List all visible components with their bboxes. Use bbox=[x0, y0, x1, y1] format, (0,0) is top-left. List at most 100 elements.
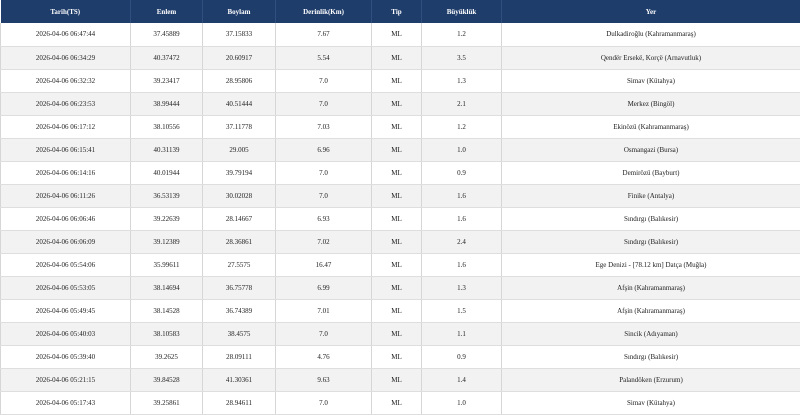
header-date[interactable]: Tarih(TS) bbox=[1, 0, 131, 23]
cell-depth: 7.02 bbox=[276, 230, 372, 253]
cell-magnitude: 1.0 bbox=[422, 138, 502, 161]
table-header-row: Tarih(TS) Enlem Boylam Derinlik(Km) Tip … bbox=[1, 0, 800, 23]
cell-location: Sındırgı (Balıkesir) bbox=[502, 207, 800, 230]
cell-latitude: 38.10583 bbox=[131, 322, 203, 345]
cell-depth: 5.54 bbox=[276, 46, 372, 69]
cell-longitude: 37.15833 bbox=[203, 23, 276, 46]
table-row[interactable]: 2026-04-06 05:54:0635.9961127.557516.47M… bbox=[1, 253, 800, 276]
cell-longitude: 39.79194 bbox=[203, 161, 276, 184]
cell-type: ML bbox=[372, 207, 422, 230]
cell-magnitude: 1.5 bbox=[422, 299, 502, 322]
cell-depth: 16.47 bbox=[276, 253, 372, 276]
cell-longitude: 28.09111 bbox=[203, 345, 276, 368]
cell-location: Sındırgı (Balıkesir) bbox=[502, 230, 800, 253]
cell-latitude: 36.53139 bbox=[131, 184, 203, 207]
cell-longitude: 38.4575 bbox=[203, 322, 276, 345]
cell-location: Demirözü (Bayburt) bbox=[502, 161, 800, 184]
cell-longitude: 36.74389 bbox=[203, 299, 276, 322]
cell-depth: 6.96 bbox=[276, 138, 372, 161]
cell-date: 2026-04-06 05:54:06 bbox=[1, 253, 131, 276]
header-longitude[interactable]: Boylam bbox=[203, 0, 276, 23]
cell-location: Qendër Ersekë, Korçë (Arnavutluk) bbox=[502, 46, 800, 69]
cell-type: ML bbox=[372, 322, 422, 345]
table-row[interactable]: 2026-04-06 05:21:1539.8452841.303619.63M… bbox=[1, 368, 800, 391]
cell-location: Ekinözü (Kahramanmaraş) bbox=[502, 115, 800, 138]
cell-date: 2026-04-06 06:32:32 bbox=[1, 69, 131, 92]
table-row[interactable]: 2026-04-06 06:06:0939.1238928.368617.02M… bbox=[1, 230, 800, 253]
table-row[interactable]: 2026-04-06 06:15:4140.3113929.0056.96ML1… bbox=[1, 138, 800, 161]
table-row[interactable]: 2026-04-06 06:23:5338.9944440.514447.0ML… bbox=[1, 92, 800, 115]
cell-magnitude: 1.3 bbox=[422, 69, 502, 92]
cell-type: ML bbox=[372, 230, 422, 253]
cell-date: 2026-04-06 06:14:16 bbox=[1, 161, 131, 184]
cell-depth: 7.03 bbox=[276, 115, 372, 138]
cell-latitude: 40.31139 bbox=[131, 138, 203, 161]
cell-magnitude: 1.2 bbox=[422, 23, 502, 46]
header-latitude[interactable]: Enlem bbox=[131, 0, 203, 23]
cell-depth: 4.76 bbox=[276, 345, 372, 368]
cell-longitude: 20.60917 bbox=[203, 46, 276, 69]
header-type[interactable]: Tip bbox=[372, 0, 422, 23]
cell-type: ML bbox=[372, 276, 422, 299]
cell-type: ML bbox=[372, 23, 422, 46]
table-row[interactable]: 2026-04-06 05:53:0538.1469436.757786.99M… bbox=[1, 276, 800, 299]
cell-latitude: 39.22639 bbox=[131, 207, 203, 230]
table-row[interactable]: 2026-04-06 05:39:4039.262528.091114.76ML… bbox=[1, 345, 800, 368]
cell-longitude: 29.005 bbox=[203, 138, 276, 161]
cell-date: 2026-04-06 06:15:41 bbox=[1, 138, 131, 161]
cell-depth: 7.0 bbox=[276, 69, 372, 92]
cell-date: 2026-04-06 06:06:09 bbox=[1, 230, 131, 253]
cell-depth: 9.63 bbox=[276, 368, 372, 391]
cell-longitude: 37.11778 bbox=[203, 115, 276, 138]
cell-magnitude: 1.6 bbox=[422, 253, 502, 276]
table-row[interactable]: 2026-04-06 06:47:4437.4588937.158337.67M… bbox=[1, 23, 800, 46]
table-row[interactable]: 2026-04-06 06:32:3239.2341728.958067.0ML… bbox=[1, 69, 800, 92]
cell-type: ML bbox=[372, 138, 422, 161]
cell-date: 2026-04-06 05:53:05 bbox=[1, 276, 131, 299]
cell-latitude: 38.99444 bbox=[131, 92, 203, 115]
cell-longitude: 28.36861 bbox=[203, 230, 276, 253]
table-row[interactable]: 2026-04-06 05:49:4538.1452836.743897.01M… bbox=[1, 299, 800, 322]
cell-longitude: 40.51444 bbox=[203, 92, 276, 115]
cell-magnitude: 1.3 bbox=[422, 276, 502, 299]
header-location[interactable]: Yer bbox=[502, 0, 800, 23]
table-row[interactable]: 2026-04-06 05:40:0338.1058338.45757.0ML1… bbox=[1, 322, 800, 345]
cell-date: 2026-04-06 05:40:03 bbox=[1, 322, 131, 345]
cell-location: Palandöken (Erzurum) bbox=[502, 368, 800, 391]
cell-magnitude: 1.2 bbox=[422, 115, 502, 138]
cell-depth: 6.93 bbox=[276, 207, 372, 230]
cell-location: Sındırgı (Balıkesir) bbox=[502, 345, 800, 368]
table-row[interactable]: 2026-04-06 06:11:2636.5313930.020287.0ML… bbox=[1, 184, 800, 207]
cell-date: 2026-04-06 06:47:44 bbox=[1, 23, 131, 46]
table-row[interactable]: 2026-04-06 06:34:2940.3747220.609175.54M… bbox=[1, 46, 800, 69]
cell-latitude: 37.45889 bbox=[131, 23, 203, 46]
cell-date: 2026-04-06 05:39:40 bbox=[1, 345, 131, 368]
cell-type: ML bbox=[372, 368, 422, 391]
cell-type: ML bbox=[372, 115, 422, 138]
cell-latitude: 39.23417 bbox=[131, 69, 203, 92]
cell-location: Dulkadiroğlu (Kahramanmaraş) bbox=[502, 23, 800, 46]
cell-longitude: 28.95806 bbox=[203, 69, 276, 92]
table-body: 2026-04-06 06:47:4437.4588937.158337.67M… bbox=[1, 23, 800, 414]
header-magnitude[interactable]: Büyüklük bbox=[422, 0, 502, 23]
table-row[interactable]: 2026-04-06 06:06:4639.2263928.146676.93M… bbox=[1, 207, 800, 230]
cell-latitude: 38.10556 bbox=[131, 115, 203, 138]
cell-date: 2026-04-06 05:49:45 bbox=[1, 299, 131, 322]
table-row[interactable]: 2026-04-06 06:14:1640.0194439.791947.0ML… bbox=[1, 161, 800, 184]
cell-location: Merkez (Bingöl) bbox=[502, 92, 800, 115]
cell-longitude: 30.02028 bbox=[203, 184, 276, 207]
table-row[interactable]: 2026-04-06 06:17:1238.1055637.117787.03M… bbox=[1, 115, 800, 138]
cell-latitude: 35.99611 bbox=[131, 253, 203, 276]
cell-date: 2026-04-06 06:23:53 bbox=[1, 92, 131, 115]
cell-type: ML bbox=[372, 69, 422, 92]
cell-magnitude: 3.5 bbox=[422, 46, 502, 69]
cell-magnitude: 0.9 bbox=[422, 345, 502, 368]
cell-location: Simav (Kütahya) bbox=[502, 69, 800, 92]
cell-depth: 7.0 bbox=[276, 322, 372, 345]
cell-type: ML bbox=[372, 161, 422, 184]
cell-depth: 7.0 bbox=[276, 92, 372, 115]
cell-location: Afşin (Kahramanmaraş) bbox=[502, 276, 800, 299]
header-depth[interactable]: Derinlik(Km) bbox=[276, 0, 372, 23]
cell-latitude: 39.12389 bbox=[131, 230, 203, 253]
cell-latitude: 38.14694 bbox=[131, 276, 203, 299]
